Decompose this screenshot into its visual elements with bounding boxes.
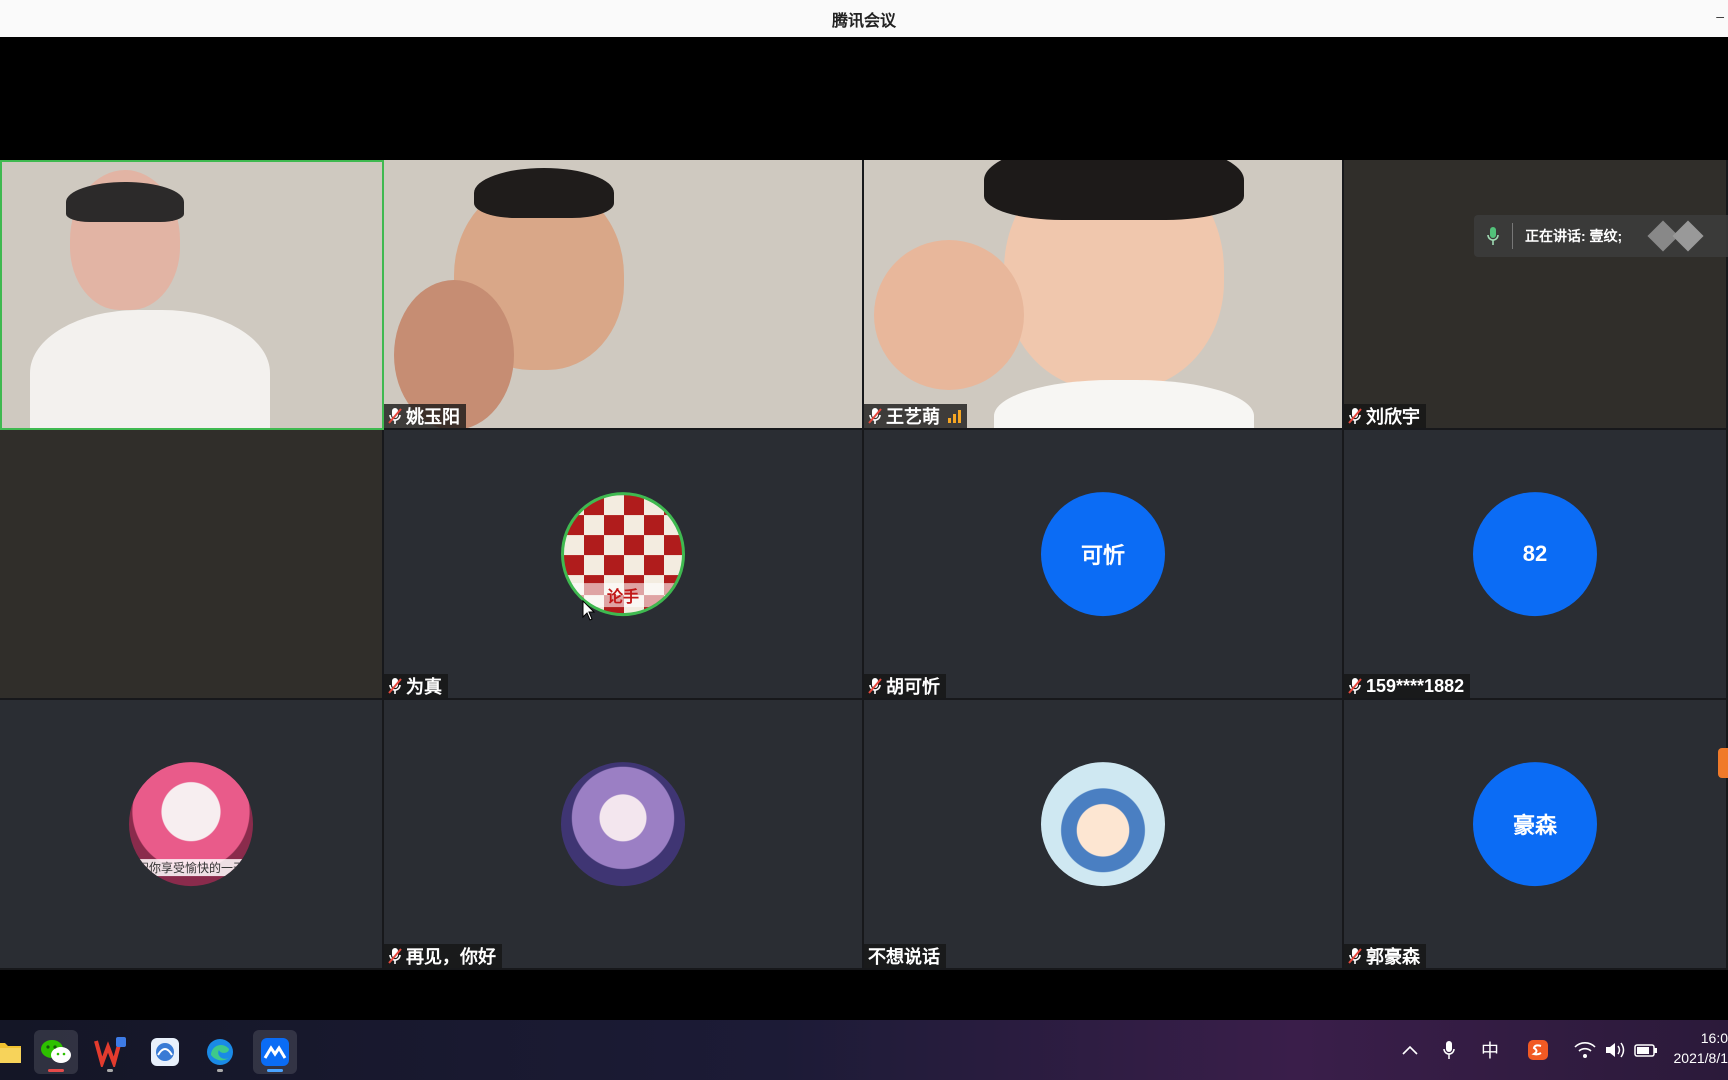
participant-tile[interactable]: 王艺萌 — [864, 160, 1344, 430]
ime-indicator[interactable]: 中 — [1481, 1020, 1499, 1080]
participant-name: 郭豪森 — [1366, 947, 1420, 967]
mouse-cursor-icon — [582, 600, 596, 621]
anime-girl-icon — [561, 762, 685, 887]
name-label: 郭豪森 — [1344, 944, 1426, 968]
speaker-avatars-icon — [1647, 220, 1704, 252]
mic-muted-icon — [1348, 947, 1362, 965]
name-label: 为真 — [384, 674, 448, 698]
participant-tile[interactable]: 姚玉阳 — [384, 160, 864, 430]
participant-name: 为真 — [406, 677, 442, 697]
tencent-meeting-icon[interactable] — [253, 1030, 297, 1074]
mic-muted-icon — [868, 407, 882, 425]
clock-time: 16:0 — [1700, 1030, 1728, 1046]
avatar: 可忻 — [1041, 492, 1165, 617]
mic-icon — [1486, 226, 1500, 246]
participant-tile[interactable]: 不想说话 — [864, 700, 1344, 970]
volume-icon[interactable] — [1604, 1020, 1626, 1080]
tray-expand-icon[interactable] — [1402, 1020, 1418, 1080]
speaking-indicator: 正在讲话: 壹纹; — [1474, 215, 1728, 257]
name-label: 159****1882 — [1344, 674, 1471, 698]
video-feed-hair — [66, 182, 184, 222]
participant-tile[interactable]: 祝你享受愉快的一天 — [0, 700, 384, 970]
participant-grid: 姚玉阳 王艺萌 刘欣宇 论手 为真 可忻 胡可忻 82 159****1882 … — [0, 160, 1728, 970]
mic-muted-icon — [388, 677, 402, 695]
wifi-icon[interactable] — [1574, 1020, 1596, 1080]
cat-icon: 祝你享受愉快的一天 — [129, 762, 253, 887]
mic-muted-icon — [1348, 677, 1362, 695]
participant-tile[interactable]: 再见，你好 — [384, 700, 864, 970]
tray-mic-icon[interactable] — [1442, 1020, 1456, 1080]
wps-icon[interactable] — [88, 1030, 132, 1074]
participant-name: 不想说话 — [868, 947, 940, 967]
title-bar: 腾讯会议 – — [0, 0, 1728, 38]
name-label: 不想说话 — [864, 944, 946, 968]
sogou-ime-icon[interactable] — [1527, 1020, 1549, 1080]
speaking-label: 正在讲话: 壹纹; — [1525, 228, 1623, 244]
avatar: 豪森 — [1473, 762, 1597, 887]
network-signal-icon — [948, 409, 961, 423]
participant-tile[interactable]: 可忻 胡可忻 — [864, 430, 1344, 700]
video-feed-hair — [984, 160, 1244, 220]
folder-icon[interactable] — [0, 1030, 30, 1074]
participant-name: 胡可忻 — [886, 677, 940, 697]
minimize-button[interactable]: – — [1716, 8, 1724, 24]
participant-name: 159****1882 — [1366, 675, 1465, 696]
checker-icon: 论手 — [561, 492, 685, 617]
name-label: 胡可忻 — [864, 674, 946, 698]
window-title: 腾讯会议 — [831, 12, 896, 30]
mic-muted-icon — [388, 407, 402, 425]
name-label: 刘欣宇 — [1344, 404, 1426, 428]
meeting-stage: 姚玉阳 王艺萌 刘欣宇 论手 为真 可忻 胡可忻 82 159****1882 … — [0, 37, 1728, 1020]
participant-name: 王艺萌 — [886, 407, 940, 427]
clock-date: 2021/8/1 — [1673, 1050, 1728, 1066]
video-feed-body — [994, 380, 1254, 428]
battery-icon[interactable] — [1634, 1020, 1658, 1080]
app-icon[interactable] — [143, 1030, 187, 1074]
wechat-icon[interactable] — [34, 1030, 78, 1074]
participant-tile[interactable]: 82 159****1882 — [1344, 430, 1728, 700]
name-label: 王艺萌 — [864, 404, 967, 428]
name-label: 再见，你好 — [384, 944, 502, 968]
avatar: 82 — [1473, 492, 1597, 617]
name-label: 姚玉阳 — [384, 404, 466, 428]
participant-tile[interactable]: 论手 为真 — [384, 430, 864, 700]
divider — [1512, 223, 1513, 249]
participant-tile[interactable]: 刘欣宇 — [1344, 160, 1728, 430]
avatar-caption: 祝你享受愉快的一天 — [129, 859, 253, 877]
taskbar: 中 16:0 2021/8/1 — [0, 1020, 1728, 1080]
side-panel-tab[interactable] — [1718, 748, 1728, 778]
participant-name: 姚玉阳 — [406, 407, 460, 427]
participant-tile[interactable] — [0, 430, 384, 700]
mic-muted-icon — [388, 947, 402, 965]
video-feed-hand — [874, 240, 1024, 390]
cartoon-boy-icon — [1041, 762, 1165, 887]
mic-muted-icon — [1348, 407, 1362, 425]
video-feed-body — [30, 310, 270, 428]
mic-muted-icon — [868, 677, 882, 695]
video-feed-hair — [474, 168, 614, 218]
participant-name: 刘欣宇 — [1366, 407, 1420, 427]
participant-name: 再见，你好 — [406, 947, 496, 967]
participant-tile[interactable]: 豪森 郭豪森 — [1344, 700, 1728, 970]
edge-icon[interactable] — [198, 1030, 242, 1074]
clock[interactable]: 16:0 2021/8/1 — [1674, 1028, 1728, 1068]
participant-tile[interactable] — [0, 160, 384, 430]
